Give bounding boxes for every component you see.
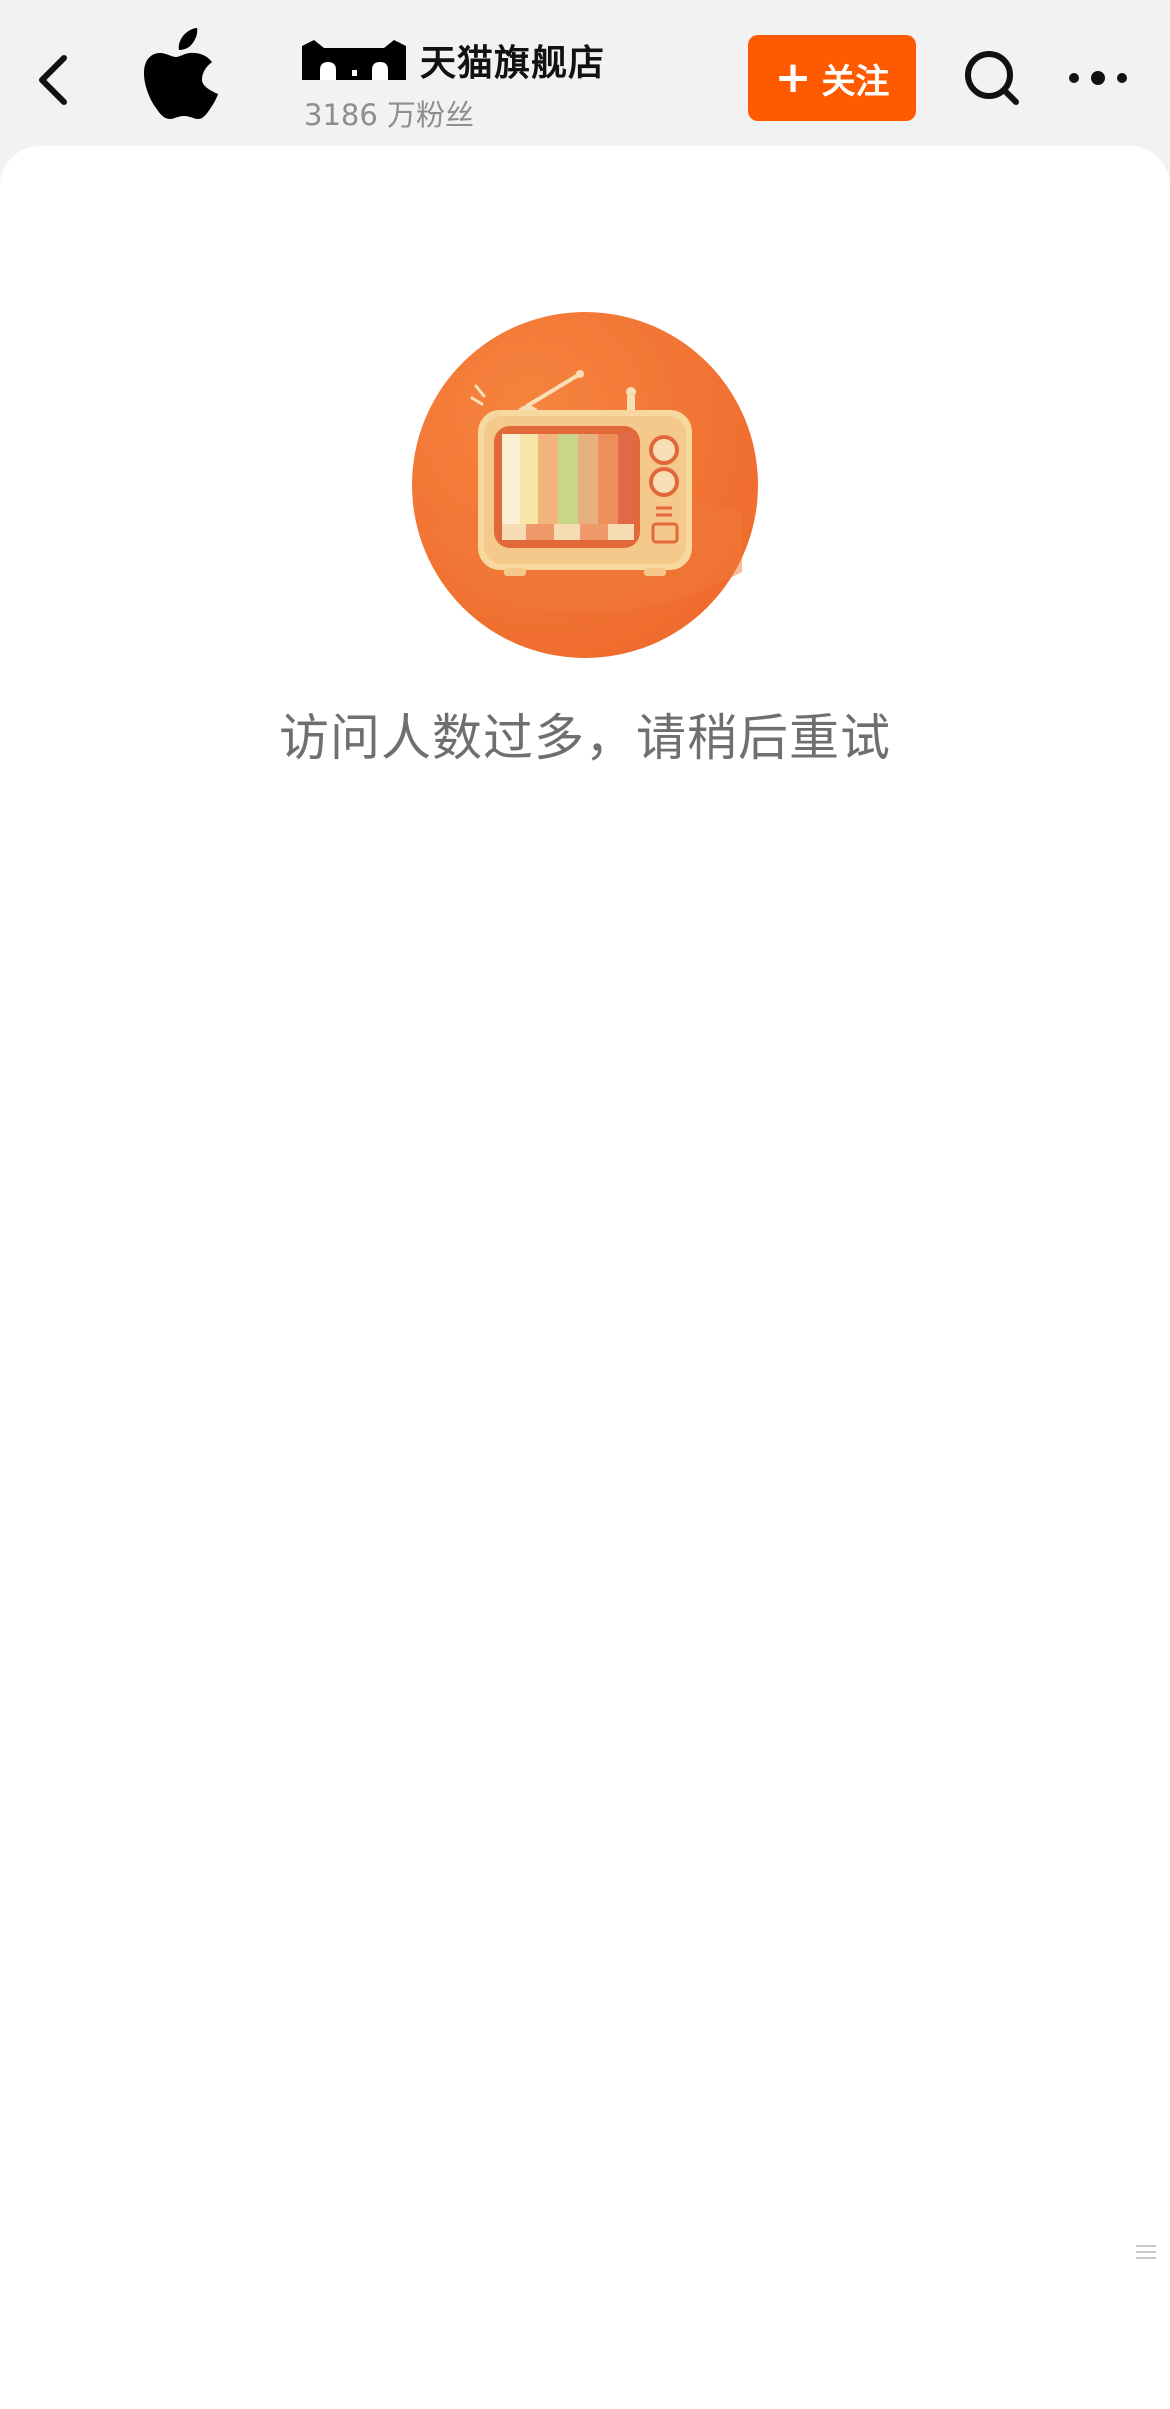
- retro-tv-icon: [412, 312, 758, 658]
- back-button[interactable]: [22, 40, 86, 120]
- error-message: 访问人数过多，请稍后重试: [279, 709, 891, 767]
- chevron-left-icon: [39, 55, 67, 105]
- follow-button[interactable]: + 关注: [748, 35, 916, 121]
- watermark-icon: [1136, 2245, 1156, 2259]
- search-button[interactable]: [956, 42, 1028, 114]
- store-name: 天猫旗舰店: [420, 43, 606, 84]
- plus-icon: +: [774, 52, 812, 103]
- apple-logo-icon[interactable]: [140, 28, 220, 126]
- follow-label: 关注: [821, 61, 890, 102]
- more-options-button[interactable]: [1060, 48, 1136, 108]
- tmall-cat-logo-icon: [302, 40, 406, 80]
- search-icon: [965, 51, 1019, 105]
- fans-count: 3186 万粉丝: [304, 98, 475, 132]
- store-title-row: 天猫旗舰店: [302, 36, 605, 84]
- more-dots-icon: [1069, 71, 1127, 85]
- top-nav-bar: 天猫旗舰店 3186 万粉丝 + 关注: [0, 0, 1170, 150]
